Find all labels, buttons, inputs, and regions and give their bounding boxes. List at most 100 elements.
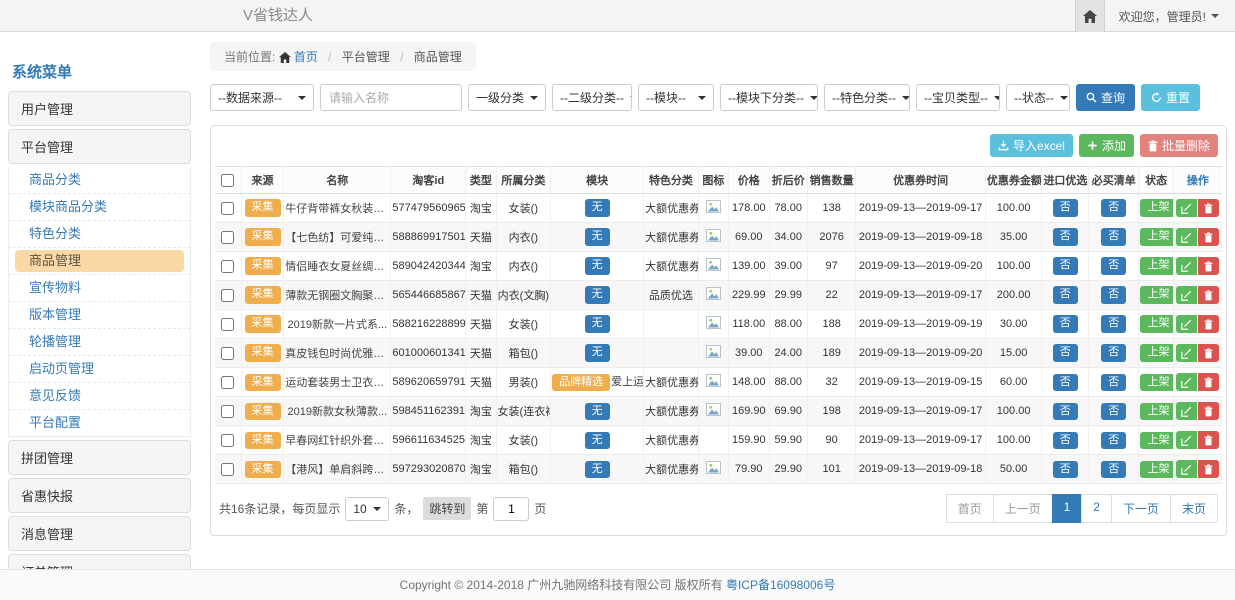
imported-badge[interactable]: 否 xyxy=(1053,403,1078,420)
must-buy-badge[interactable]: 否 xyxy=(1101,315,1126,332)
data-source-select[interactable]: --数据来源-- xyxy=(210,84,314,111)
sidebar-item[interactable]: 特色分类 xyxy=(8,221,191,248)
must-buy-badge[interactable]: 否 xyxy=(1101,228,1126,245)
edit-button[interactable] xyxy=(1176,199,1197,217)
delete-button[interactable] xyxy=(1198,199,1219,217)
status-badge[interactable]: 上架 xyxy=(1140,432,1173,449)
delete-button[interactable] xyxy=(1198,286,1219,304)
status-badge[interactable]: 上架 xyxy=(1140,286,1173,303)
delete-button[interactable] xyxy=(1198,373,1219,391)
row-checkbox[interactable] xyxy=(221,318,234,331)
jump-button[interactable]: 跳转到 xyxy=(423,497,471,520)
sidebar-item[interactable]: 轮播管理 xyxy=(8,329,191,356)
status-badge[interactable]: 上架 xyxy=(1140,344,1173,361)
page-button[interactable]: 末页 xyxy=(1170,494,1218,523)
sidebar-item[interactable]: 消息管理 xyxy=(8,516,191,551)
name-search-input[interactable] xyxy=(320,84,462,111)
must-buy-badge[interactable]: 否 xyxy=(1101,286,1126,303)
delete-button[interactable] xyxy=(1198,460,1219,478)
row-checkbox[interactable] xyxy=(221,260,234,273)
imported-badge[interactable]: 否 xyxy=(1053,344,1078,361)
sidebar-item[interactable]: 宣传物料 xyxy=(8,275,191,302)
row-checkbox[interactable] xyxy=(221,202,234,215)
status-badge[interactable]: 上架 xyxy=(1140,374,1173,391)
imported-badge[interactable]: 否 xyxy=(1053,199,1078,216)
sidebar-item[interactable]: 版本管理 xyxy=(8,302,191,329)
sidebar-item[interactable]: 启动页管理 xyxy=(8,356,191,383)
home-button[interactable] xyxy=(1075,0,1105,32)
page-button[interactable]: 2 xyxy=(1081,494,1112,523)
row-checkbox[interactable] xyxy=(221,347,234,360)
delete-button[interactable] xyxy=(1198,228,1219,246)
row-checkbox[interactable] xyxy=(221,289,234,302)
edit-button[interactable] xyxy=(1176,228,1197,246)
edit-button[interactable] xyxy=(1176,431,1197,449)
sidebar-item[interactable]: 平台管理 xyxy=(8,129,191,164)
page-button[interactable]: 1 xyxy=(1052,494,1083,523)
imported-badge[interactable]: 否 xyxy=(1053,374,1078,391)
delete-button[interactable] xyxy=(1198,315,1219,333)
select-all-checkbox[interactable] xyxy=(221,174,234,187)
breadcrumb-home-link[interactable]: 首页 xyxy=(294,50,318,64)
must-buy-badge[interactable]: 否 xyxy=(1101,403,1126,420)
edit-button[interactable] xyxy=(1176,344,1197,362)
category1-select[interactable]: 一级分类 xyxy=(468,84,546,111)
delete-button[interactable] xyxy=(1198,402,1219,420)
status-badge[interactable]: 上架 xyxy=(1140,257,1173,274)
sidebar-item[interactable]: 模块商品分类 xyxy=(8,194,191,221)
must-buy-badge[interactable]: 否 xyxy=(1101,257,1126,274)
imported-badge[interactable]: 否 xyxy=(1053,315,1078,332)
sidebar-item[interactable]: 用户管理 xyxy=(8,91,191,126)
add-button[interactable]: 添加 xyxy=(1079,134,1134,157)
must-buy-badge[interactable]: 否 xyxy=(1101,199,1126,216)
row-checkbox[interactable] xyxy=(221,434,234,447)
must-buy-badge[interactable]: 否 xyxy=(1101,374,1126,391)
sidebar-item[interactable]: 商品分类 xyxy=(8,167,191,194)
category2-select[interactable]: --二级分类-- xyxy=(552,84,632,111)
sidebar-item[interactable]: 意见反馈 xyxy=(8,383,191,410)
sidebar-item[interactable]: 平台配置 xyxy=(8,410,191,437)
status-badge[interactable]: 上架 xyxy=(1140,315,1173,332)
per-page-select[interactable]: 10 xyxy=(345,497,389,521)
status-badge[interactable]: 上架 xyxy=(1140,199,1173,216)
edit-button[interactable] xyxy=(1176,315,1197,333)
delete-button[interactable] xyxy=(1198,257,1219,275)
icp-link[interactable]: 粤ICP备16098006号 xyxy=(726,578,835,592)
status-badge[interactable]: 上架 xyxy=(1140,461,1173,478)
imported-badge[interactable]: 否 xyxy=(1053,432,1078,449)
sidebar-item[interactable]: 商品管理 xyxy=(8,248,191,275)
page-number-input[interactable] xyxy=(493,497,529,521)
imported-badge[interactable]: 否 xyxy=(1053,286,1078,303)
must-buy-badge[interactable]: 否 xyxy=(1101,432,1126,449)
sidebar-item[interactable]: 省惠快报 xyxy=(8,478,191,513)
import-excel-button[interactable]: 导入excel xyxy=(990,134,1073,157)
edit-button[interactable] xyxy=(1176,460,1197,478)
batch-delete-button[interactable]: 批量删除 xyxy=(1140,134,1218,157)
page-button[interactable]: 首页 xyxy=(946,494,994,523)
sidebar-item[interactable]: 拼团管理 xyxy=(8,440,191,475)
delete-button[interactable] xyxy=(1198,344,1219,362)
row-checkbox[interactable] xyxy=(221,231,234,244)
search-button[interactable]: 查询 xyxy=(1076,84,1135,111)
user-menu[interactable]: 欢迎您，管理员! xyxy=(1105,0,1235,32)
imported-badge[interactable]: 否 xyxy=(1053,461,1078,478)
module-sub-select[interactable]: --模块下分类-- xyxy=(720,84,818,111)
must-buy-badge[interactable]: 否 xyxy=(1101,344,1126,361)
feature-select[interactable]: --特色分类-- xyxy=(824,84,910,111)
page-button[interactable]: 上一页 xyxy=(993,494,1053,523)
delete-button[interactable] xyxy=(1198,431,1219,449)
edit-button[interactable] xyxy=(1176,257,1197,275)
imported-badge[interactable]: 否 xyxy=(1053,257,1078,274)
item-type-select[interactable]: --宝贝类型-- xyxy=(916,84,1000,111)
edit-button[interactable] xyxy=(1176,402,1197,420)
status-badge[interactable]: 上架 xyxy=(1140,228,1173,245)
status-badge[interactable]: 上架 xyxy=(1140,403,1173,420)
row-checkbox[interactable] xyxy=(221,376,234,389)
row-checkbox[interactable] xyxy=(221,463,234,476)
status-select[interactable]: --状态-- xyxy=(1006,84,1070,111)
imported-badge[interactable]: 否 xyxy=(1053,228,1078,245)
page-button[interactable]: 下一页 xyxy=(1111,494,1171,523)
row-checkbox[interactable] xyxy=(221,405,234,418)
edit-button[interactable] xyxy=(1176,286,1197,304)
edit-button[interactable] xyxy=(1176,373,1197,391)
